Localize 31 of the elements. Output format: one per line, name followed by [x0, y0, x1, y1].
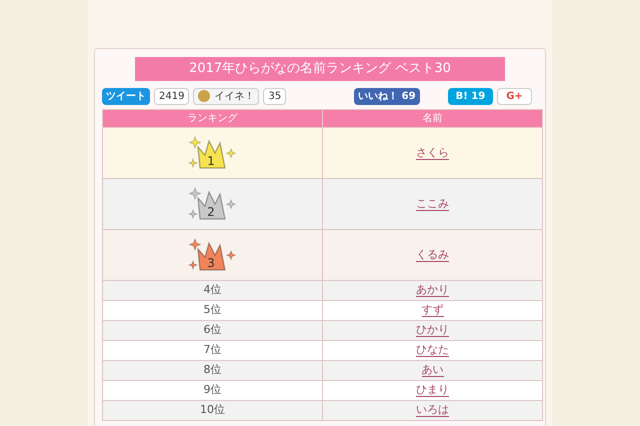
like-button[interactable]: いいね！ 69 — [354, 88, 420, 104]
crown-icon: 1 — [186, 135, 238, 171]
name-link[interactable]: あかり — [416, 283, 449, 298]
name-link[interactable]: ひかり — [416, 323, 449, 338]
rank-text: 6位 — [204, 323, 222, 336]
crown-icon: 2 — [186, 186, 238, 222]
like-button[interactable]: イイネ！ — [193, 88, 260, 104]
share-button[interactable]: G+ — [497, 88, 532, 104]
name-link[interactable]: ひまり — [416, 383, 449, 398]
share-count: 2419 — [154, 88, 190, 104]
column-header: ランキング — [102, 110, 322, 128]
name-link[interactable]: くるみ — [416, 248, 449, 262]
rank-text: 10位 — [200, 403, 225, 416]
rank-text: 9位 — [204, 383, 222, 396]
title-banner: 2017年ひらがなの名前ランキング ベスト30 — [135, 57, 505, 81]
column-header: 名前 — [322, 110, 542, 128]
rank-text: 7位 — [204, 343, 222, 356]
crown-icon: 3 — [186, 237, 238, 273]
name-link[interactable]: ひなた — [416, 343, 449, 358]
name-link[interactable]: いろは — [416, 403, 449, 418]
name-link[interactable]: ここみ — [416, 196, 449, 211]
rank-text: 8位 — [204, 363, 222, 376]
name-link[interactable]: あい — [422, 363, 444, 378]
name-link[interactable]: さくら — [416, 146, 449, 160]
tweet-button[interactable]: ツイート — [102, 88, 150, 104]
coin-icon — [198, 90, 210, 102]
share-count: 35 — [263, 88, 286, 104]
name-link[interactable]: すず — [422, 303, 444, 318]
rank-text: 5位 — [204, 303, 222, 316]
bookmark-button[interactable]: B! 19 — [448, 88, 494, 104]
rank-text: 4位 — [204, 283, 222, 296]
